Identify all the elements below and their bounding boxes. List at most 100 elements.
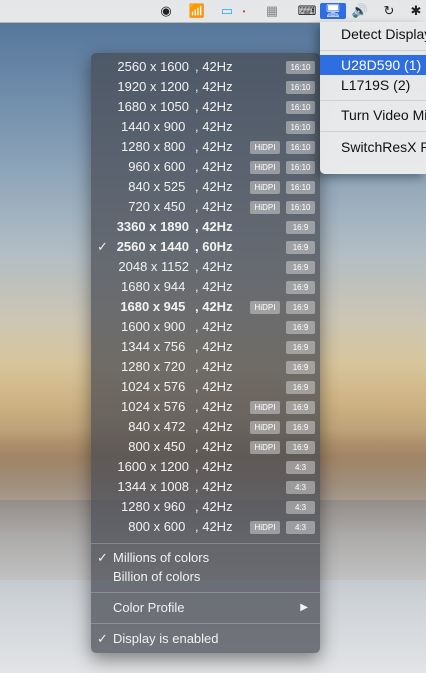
display-enabled-label: Display is enabled: [113, 631, 219, 646]
resolution-label: 1280 x 800: [121, 139, 189, 154]
aspect-ratio-badge: 16:9: [286, 441, 315, 454]
resolution-item[interactable]: 800 x 600 , 42Hz HiDPI 4:3: [91, 517, 320, 537]
refresh-rate-label: , 42Hz: [195, 99, 233, 114]
resolution-item[interactable]: 800 x 450 , 42Hz HiDPI 16:9: [91, 437, 320, 457]
resolution-label: 2560 x 1440: [116, 239, 189, 254]
resolution-item[interactable]: 1280 x 800 , 42Hz HiDPI 16:10: [91, 137, 320, 157]
refresh-rate-label: , 42Hz: [195, 339, 233, 354]
resolution-item[interactable]: 1600 x 1200 , 42Hz 4:3: [91, 457, 320, 477]
status-dot-icon: •: [242, 6, 246, 16]
display-item-u28d590[interactable]: U28D590 (1): [320, 55, 426, 75]
resolution-item[interactable]: 1280 x 960 , 42Hz 4:3: [91, 497, 320, 517]
color-profile-item[interactable]: Color Profile ▶: [91, 598, 320, 618]
refresh-rate-label: , 42Hz: [195, 259, 233, 274]
aspect-ratio-badge: 16:9: [286, 421, 315, 434]
display-menu: Detect Displays U28D590 (1) L1719S (2) T…: [320, 22, 426, 174]
detect-displays-item[interactable]: Detect Displays: [320, 24, 426, 44]
resolution-item[interactable]: 1344 x 756 , 42Hz 16:9: [91, 337, 320, 357]
menu-separator: [91, 623, 320, 624]
refresh-rate-label: , 42Hz: [195, 399, 233, 414]
refresh-rate-label: , 42Hz: [195, 279, 233, 294]
resolution-label: 3360 x 1890: [116, 219, 189, 234]
aspect-ratio-badge: 16:10: [286, 101, 315, 114]
detect-displays-label: Detect Displays: [341, 26, 426, 42]
refresh-rate-label: , 42Hz: [195, 139, 233, 154]
aspect-ratio-badge: 16:9: [286, 261, 315, 274]
resolution-item[interactable]: 2048 x 1152 , 42Hz 16:9: [91, 257, 320, 277]
time-machine-icon[interactable]: ↻: [378, 3, 400, 19]
hidpi-badge: HiDPI: [250, 141, 280, 154]
resolution-item[interactable]: 960 x 600 , 42Hz HiDPI 16:10: [91, 157, 320, 177]
refresh-rate-label: , 42Hz: [195, 119, 233, 134]
refresh-rate-label: , 42Hz: [195, 359, 233, 374]
resolution-item[interactable]: 3360 x 1890 , 42Hz 16:9: [91, 217, 320, 237]
refresh-rate-label: , 60Hz: [195, 239, 233, 254]
battery-icon[interactable]: ▭: [218, 3, 236, 19]
volume-icon[interactable]: 🔊: [349, 3, 371, 19]
refresh-rate-label: , 42Hz: [195, 479, 233, 494]
submenu-arrow-icon: ▶: [300, 602, 308, 613]
keyboard-icon[interactable]: ⌨: [297, 3, 317, 19]
aspect-ratio-badge: 16:9: [286, 301, 315, 314]
resolution-item[interactable]: 840 x 472 , 42Hz HiDPI 16:9: [91, 417, 320, 437]
aspect-ratio-badge: 16:10: [286, 141, 315, 154]
hidpi-badge: HiDPI: [250, 181, 280, 194]
display-enabled-item[interactable]: ✓ Display is enabled: [91, 629, 320, 649]
hidpi-badge: HiDPI: [250, 201, 280, 214]
resolution-label: 840 x 472: [128, 419, 189, 434]
hidpi-badge: HiDPI: [250, 441, 280, 454]
display-label: U28D590 (1): [341, 57, 422, 73]
aspect-ratio-badge: 4:3: [286, 521, 315, 534]
aspect-ratio-badge: 16:9: [286, 401, 315, 414]
menu-separator: [320, 50, 426, 51]
billion-of-colors-item[interactable]: Billion of colors: [91, 567, 320, 587]
refresh-rate-label: , 42Hz: [195, 379, 233, 394]
refresh-rate-label: , 42Hz: [195, 419, 233, 434]
resolution-label: 2560 x 1600: [117, 59, 189, 74]
resolution-item[interactable]: 1440 x 900 , 42Hz 16:10: [91, 117, 320, 137]
resolution-label: 1600 x 1200: [117, 459, 189, 474]
refresh-rate-label: , 42Hz: [195, 319, 233, 334]
resolution-item[interactable]: 1600 x 900 , 42Hz 16:9: [91, 317, 320, 337]
resolution-label: 1024 x 576: [121, 399, 189, 414]
resolution-item[interactable]: 1024 x 576 , 42Hz 16:9: [91, 377, 320, 397]
resolution-label: 1680 x 944: [121, 279, 189, 294]
refresh-rate-label: , 42Hz: [195, 459, 233, 474]
menu-separator: [91, 543, 320, 544]
switchresx-logo-icon[interactable]: ◉: [157, 3, 175, 19]
resolution-label: 1600 x 900: [121, 319, 189, 334]
resolution-item[interactable]: 1280 x 720 , 42Hz 16:9: [91, 357, 320, 377]
resolution-label: 840 x 525: [128, 179, 189, 194]
resolution-label: 1920 x 1200: [117, 79, 189, 94]
aspect-ratio-badge: 16:10: [286, 61, 315, 74]
display-menu-icon[interactable]: 🖥: [320, 3, 346, 19]
resolution-item[interactable]: 1680 x 944 , 42Hz 16:9: [91, 277, 320, 297]
refresh-rate-label: , 42Hz: [195, 79, 233, 94]
resolution-label: 800 x 450: [128, 439, 189, 454]
resolution-item[interactable]: 2560 x 1600 , 42Hz 16:10: [91, 57, 320, 77]
resolution-item[interactable]: 1680 x 945 , 42Hz HiDPI 16:9: [91, 297, 320, 317]
millions-of-colors-item[interactable]: ✓ Millions of colors: [91, 548, 320, 568]
resolution-item[interactable]: 1680 x 1050 , 42Hz 16:10: [91, 97, 320, 117]
aspect-ratio-badge: 16:10: [286, 81, 315, 94]
display-item-l1719s[interactable]: L1719S (2): [320, 75, 426, 95]
turn-video-mirroring-label: Turn Video Mirroring On: [341, 107, 426, 123]
wifi-icon[interactable]: 📶: [186, 3, 208, 19]
resolution-item[interactable]: 840 x 525 , 42Hz HiDPI 16:10: [91, 177, 320, 197]
resolution-item[interactable]: 1920 x 1200 , 42Hz 16:10: [91, 77, 320, 97]
menu-separator: [320, 100, 426, 101]
aspect-ratio-badge: 16:9: [286, 341, 315, 354]
hidpi-badge: HiDPI: [250, 421, 280, 434]
resolution-label: 1680 x 945: [120, 299, 189, 314]
bluetooth-icon[interactable]: ✱: [408, 3, 424, 19]
refresh-rate-label: , 42Hz: [195, 299, 233, 314]
resolution-item[interactable]: 1024 x 576 , 42Hz HiDPI 16:9: [91, 397, 320, 417]
turn-video-mirroring-item[interactable]: Turn Video Mirroring On: [320, 105, 426, 125]
resolution-item[interactable]: ✓ 2560 x 1440, 60Hz 16:9: [91, 237, 320, 257]
resolution-label: 1280 x 960: [121, 499, 189, 514]
resolution-item[interactable]: 720 x 450 , 42Hz HiDPI 16:10: [91, 197, 320, 217]
aspect-ratio-badge: 16:10: [286, 181, 315, 194]
app-icon[interactable]: ▦: [263, 3, 281, 19]
resolution-item[interactable]: 1344 x 1008 , 42Hz 4:3: [91, 477, 320, 497]
switchresx-preferences-item[interactable]: SwitchResX Preferences...: [320, 137, 426, 157]
